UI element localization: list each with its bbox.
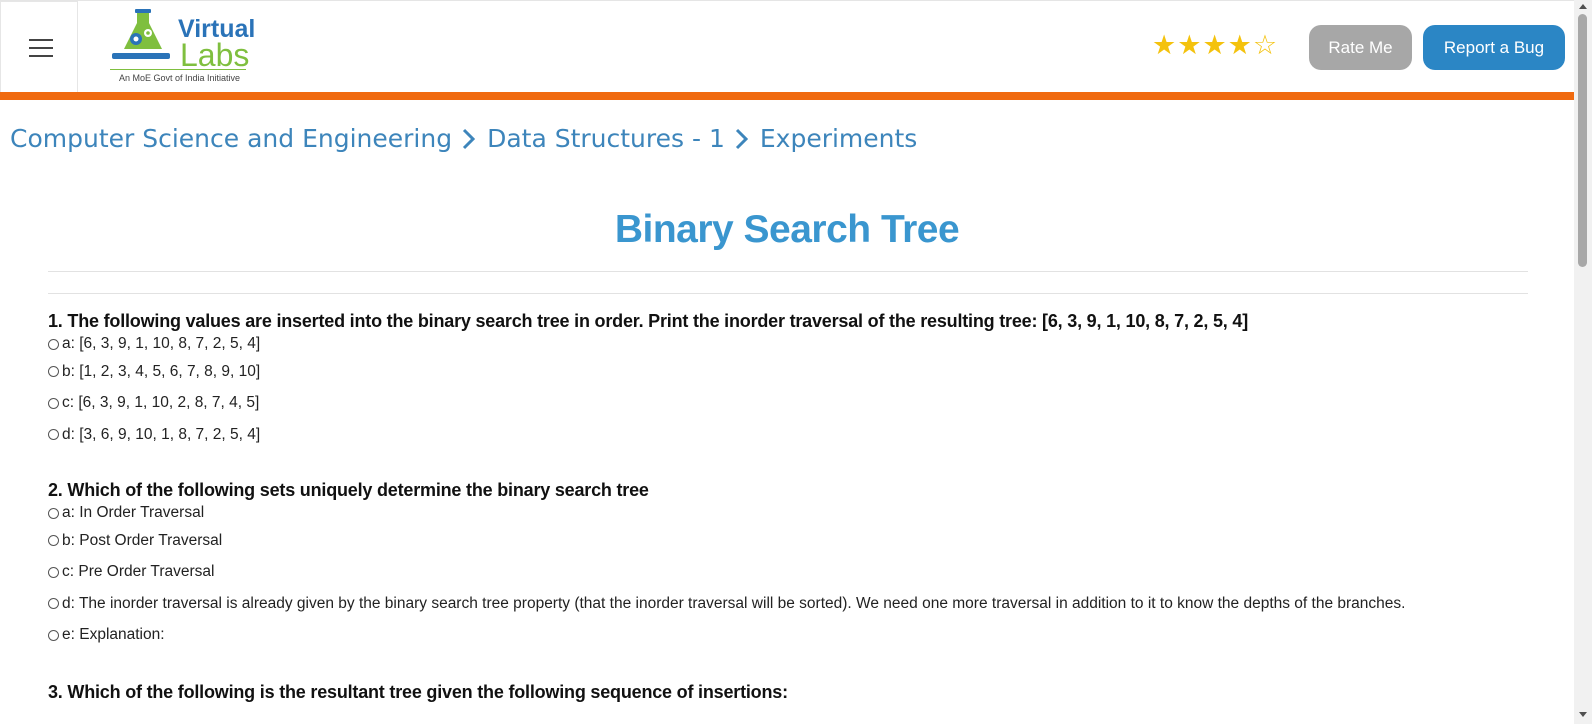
breadcrumb-item-lab[interactable]: Data Structures - 1 xyxy=(487,124,725,153)
breadcrumb: Computer Science and Engineering Data St… xyxy=(10,124,917,153)
radio-button[interactable] xyxy=(48,535,59,547)
star-filled-icon[interactable]: ★ xyxy=(1202,31,1226,59)
section-divider xyxy=(48,293,1528,294)
option-label: e: Explanation: xyxy=(62,626,165,644)
option-item[interactable]: d: The inorder traversal is already give… xyxy=(48,588,1405,620)
option-label: d: The inorder traversal is already give… xyxy=(62,594,1406,612)
question-text: 1. The following values are inserted int… xyxy=(48,311,1248,331)
option-label: c: Pre Order Traversal xyxy=(62,563,215,581)
star-filled-icon[interactable]: ★ xyxy=(1228,31,1252,59)
report-bug-button[interactable]: Report a Bug xyxy=(1423,25,1565,70)
radio-button[interactable] xyxy=(48,629,59,641)
logo-tagline: An MoE Govt of India Initiative xyxy=(119,73,241,83)
scrollbar-thumb[interactable] xyxy=(1578,14,1587,267)
option-label: b: Post Order Traversal xyxy=(62,531,223,549)
question-3: 3. Which of the following is the resulta… xyxy=(48,682,788,703)
hamburger-menu-button[interactable] xyxy=(0,1,78,93)
title-divider xyxy=(48,271,1528,272)
flask-laptop-icon xyxy=(112,9,170,59)
star-filled-icon[interactable]: ★ xyxy=(1177,31,1201,59)
option-label: a: In Order Traversal xyxy=(62,504,205,521)
option-item[interactable]: e: Explanation: xyxy=(48,620,1405,652)
scroll-up-arrow-icon[interactable] xyxy=(1579,4,1587,9)
breadcrumb-item-experiments[interactable]: Experiments xyxy=(760,124,917,153)
radio-button[interactable] xyxy=(48,397,59,409)
option-item[interactable]: b: [1, 2, 3, 4, 5, 6, 7, 8, 9, 10] xyxy=(48,356,1248,388)
breadcrumb-item-department[interactable]: Computer Science and Engineering xyxy=(10,124,452,153)
option-label: a: [6, 3, 9, 1, 10, 8, 7, 2, 5, 4] xyxy=(62,335,261,352)
option-item[interactable]: b: Post Order Traversal xyxy=(48,525,1405,557)
question-text: 3. Which of the following is the resulta… xyxy=(48,682,788,702)
option-item[interactable]: a: [6, 3, 9, 1, 10, 8, 7, 2, 5, 4] xyxy=(48,332,1248,356)
menu-line-icon xyxy=(29,55,53,57)
top-header: Virtual Labs An MoE Govt of India Initia… xyxy=(0,0,1574,93)
menu-line-icon xyxy=(29,39,53,41)
option-label: d: [3, 6, 9, 10, 1, 8, 7, 2, 5, 4] xyxy=(62,425,261,443)
logo-divider xyxy=(110,69,246,70)
virtual-labs-logo[interactable]: Virtual Labs An MoE Govt of India Initia… xyxy=(110,9,255,87)
question-2: 2. Which of the following sets uniquely … xyxy=(48,480,1405,651)
option-item[interactable]: d: [3, 6, 9, 10, 1, 8, 7, 2, 5, 4] xyxy=(48,419,1248,451)
star-filled-icon[interactable]: ★ xyxy=(1152,31,1176,59)
star-rating[interactable]: ★ ★ ★ ★ ☆ xyxy=(1152,31,1277,59)
page-scrollbar[interactable] xyxy=(1574,0,1592,724)
radio-button[interactable] xyxy=(48,338,59,350)
option-label: b: [1, 2, 3, 4, 5, 6, 7, 8, 9, 10] xyxy=(62,362,261,380)
page-title: Binary Search Tree xyxy=(614,208,960,251)
rate-me-button[interactable]: Rate Me xyxy=(1309,25,1412,70)
menu-line-icon xyxy=(29,47,53,49)
option-item[interactable]: c: [6, 3, 9, 1, 10, 2, 8, 7, 4, 5] xyxy=(48,388,1248,420)
radio-button[interactable] xyxy=(48,566,59,578)
option-item[interactable]: c: Pre Order Traversal xyxy=(48,557,1405,589)
chevron-right-icon xyxy=(463,128,476,149)
option-item[interactable]: a: In Order Traversal xyxy=(48,501,1405,525)
radio-button[interactable] xyxy=(48,366,59,378)
header-accent-bar xyxy=(0,92,1574,100)
option-label: c: [6, 3, 9, 1, 10, 2, 8, 7, 4, 5] xyxy=(62,394,260,412)
scroll-down-arrow-icon[interactable] xyxy=(1579,712,1587,717)
radio-button[interactable] xyxy=(48,507,59,519)
radio-button[interactable] xyxy=(48,429,59,441)
radio-button[interactable] xyxy=(48,598,59,610)
question-1: 1. The following values are inserted int… xyxy=(48,311,1248,451)
chevron-right-icon xyxy=(735,128,748,149)
question-text: 2. Which of the following sets uniquely … xyxy=(48,480,649,500)
star-empty-icon[interactable]: ☆ xyxy=(1253,31,1277,59)
